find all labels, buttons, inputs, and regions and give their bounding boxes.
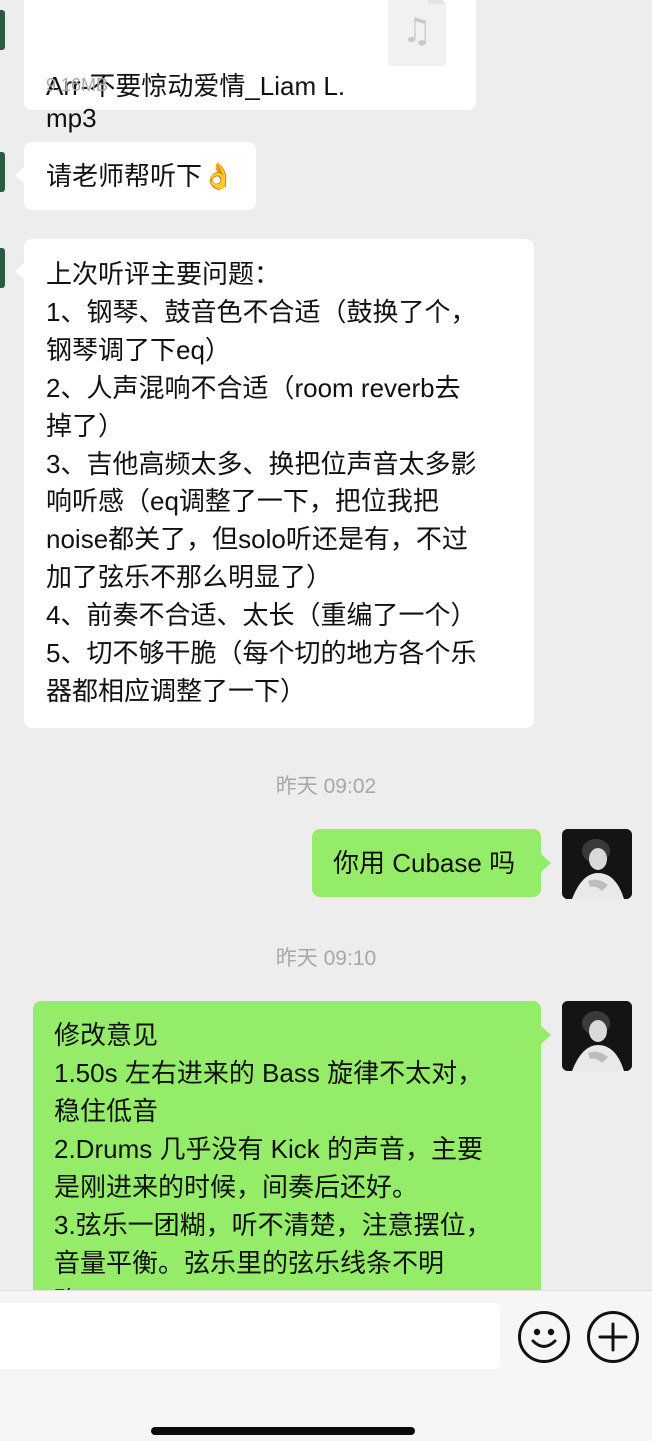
- input-bar: [0, 1290, 652, 1441]
- timestamp: 昨天 09:02: [275, 775, 377, 798]
- file-message[interactable]: Arr-不要惊动爱情_Liam L.mp3 9.16MB ♫: [24, 0, 476, 133]
- sender-avatar[interactable]: [0, 248, 5, 288]
- text-message-outgoing[interactable]: 修改意见 1.50s 左右进来的 Bass 旋律不太对， 稳住低音 2.Drum…: [33, 1001, 541, 1290]
- music-note-icon: ♫: [401, 11, 433, 51]
- chat-area[interactable]: Arr-不要惊动爱情_Liam L.mp3 9.16MB ♫ 请老师帮听下👌 上…: [0, 0, 652, 1290]
- avatar-image: [562, 829, 632, 899]
- message-input[interactable]: [0, 1303, 500, 1369]
- music-file-icon: ♫: [388, 0, 446, 66]
- user-avatar[interactable]: [562, 1001, 632, 1071]
- text-message-outgoing[interactable]: 你用 Cubase 吗: [312, 829, 541, 897]
- timestamp: 昨天 09:10: [275, 947, 377, 970]
- user-avatar[interactable]: [562, 829, 632, 899]
- plus-icon: [598, 1322, 628, 1352]
- file-size: 9.16MB: [46, 75, 109, 95]
- sender-avatar[interactable]: [0, 10, 5, 50]
- sender-avatar[interactable]: [0, 152, 5, 192]
- text-message-request[interactable]: 请老师帮听下👌: [24, 142, 257, 210]
- emoji-icon: [531, 1328, 557, 1348]
- text-message-review[interactable]: 上次听评主要问题： 1、钢琴、鼓音色不合适（鼓换了个， 钢琴调了下eq） 2、人…: [24, 239, 534, 728]
- home-indicator: [151, 1427, 415, 1435]
- emoji-button[interactable]: [518, 1311, 570, 1363]
- avatar-image: [562, 1001, 632, 1071]
- plus-button[interactable]: [587, 1311, 639, 1363]
